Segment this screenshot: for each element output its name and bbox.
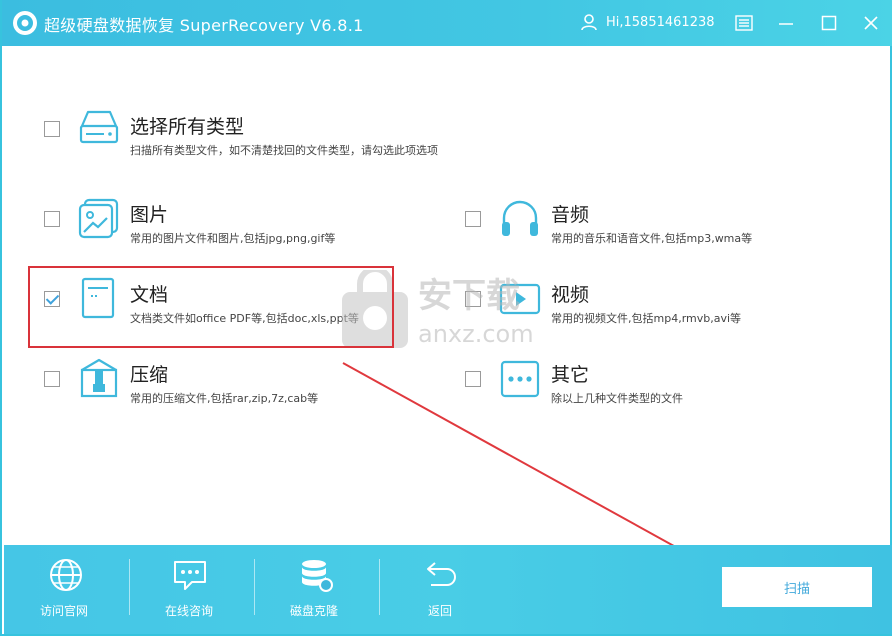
app-title: 超级硬盘数据恢复 SuperRecovery V6.8.1 (44, 16, 364, 35)
pictures-checkbox[interactable] (44, 211, 60, 227)
select-all-checkbox[interactable] (44, 121, 60, 137)
consult-button[interactable]: 在线咨询 (129, 545, 249, 634)
user-icon (581, 14, 597, 31)
close-icon (864, 16, 878, 30)
disk-clone-button[interactable]: 磁盘克隆 (254, 545, 374, 634)
picture-icon (78, 198, 119, 239)
user-name: Hi,15851461238 (606, 14, 715, 30)
pictures-desc: 常用的图片文件和图片,包括jpg,png,gif等 (130, 232, 336, 245)
audio-desc: 常用的音乐和语音文件,包括mp3,wma等 (551, 232, 753, 245)
archives-label: 压缩 (130, 364, 169, 386)
consult-label: 在线咨询 (164, 604, 213, 618)
user-account[interactable]: Hi,15851461238 (580, 13, 715, 31)
documents-highlight-box (28, 266, 394, 348)
website-button[interactable]: 访问官网 (4, 545, 124, 634)
audio-checkbox[interactable] (465, 211, 481, 227)
select-all-desc: 扫描所有类型文件，如不清楚找回的文件类型，请勾选此项选项 (130, 144, 438, 157)
menu-icon (735, 15, 753, 31)
app-logo-icon (13, 11, 37, 35)
disk-clone-label: 磁盘克隆 (289, 604, 338, 618)
back-button[interactable]: 返回 (380, 545, 500, 634)
menu-button[interactable] (732, 11, 756, 35)
select-all-label: 选择所有类型 (130, 116, 245, 138)
maximize-button[interactable] (817, 11, 841, 35)
globe-icon (50, 559, 82, 591)
title-bar: 超级硬盘数据恢复 SuperRecovery V6.8.1 Hi,1585146… (2, 0, 892, 46)
other-desc: 除以上几种文件类型的文件 (551, 392, 683, 405)
hard-drive-icon (79, 110, 119, 144)
other-checkbox[interactable] (465, 371, 481, 387)
watermark-domain: anxz.com (418, 320, 534, 348)
headphones-icon (502, 200, 538, 236)
back-arrow-icon (427, 562, 456, 586)
back-label: 返回 (427, 604, 452, 618)
archives-checkbox[interactable] (44, 371, 60, 387)
archives-desc: 常用的压缩文件,包括rar,zip,7z,cab等 (130, 392, 319, 405)
maximize-icon (821, 15, 837, 31)
other-label: 其它 (551, 364, 590, 386)
scan-button[interactable]: 扫描 (722, 567, 872, 607)
audio-label: 音频 (551, 204, 590, 226)
website-label: 访问官网 (39, 604, 88, 618)
minimize-icon (779, 23, 793, 25)
close-button[interactable] (859, 11, 883, 35)
archive-icon (80, 358, 118, 398)
more-icon (500, 360, 540, 398)
database-icon (302, 560, 333, 592)
app-window: 超级硬盘数据恢复 SuperRecovery V6.8.1 Hi,1585146… (0, 0, 892, 636)
video-desc: 常用的视频文件,包括mp4,rmvb,avi等 (551, 312, 742, 325)
video-label: 视频 (551, 284, 590, 306)
chat-icon (174, 561, 206, 590)
pictures-label: 图片 (130, 204, 169, 226)
watermark-brand: 安下载 (418, 276, 520, 316)
minimize-button[interactable] (774, 11, 798, 35)
